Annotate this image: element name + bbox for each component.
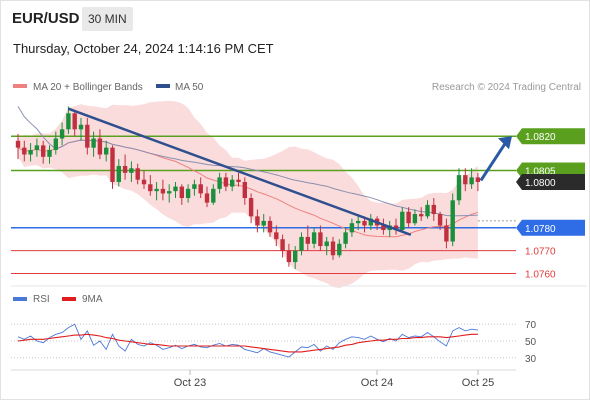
candle-body	[154, 188, 159, 192]
candle-body	[255, 216, 260, 226]
candle-body	[192, 184, 197, 189]
candle-body	[267, 220, 273, 233]
candle-body	[437, 214, 443, 226]
candle-body	[311, 232, 317, 244]
candle-body	[217, 177, 222, 189]
level-tag-text-1.0820: 1.0820	[525, 132, 556, 143]
candle-body	[129, 168, 134, 173]
ma50-legend-label: MA 50	[175, 82, 204, 93]
credit-label: Research © 2024 Trading Central	[432, 82, 581, 93]
x-tick-oct-25: Oct 25	[462, 377, 494, 389]
candle-body	[78, 124, 84, 130]
candle-body	[34, 145, 40, 150]
projection-arrow-head	[498, 136, 512, 150]
candle-body	[280, 239, 285, 251]
candle-body	[110, 147, 115, 182]
candle-body	[53, 138, 58, 150]
x-tick-oct-24: Oct 24	[361, 377, 393, 389]
ma50-legend-swatch	[156, 84, 170, 88]
candle-body	[173, 186, 178, 192]
ma9-legend-swatch	[62, 297, 76, 301]
candle-body	[116, 165, 121, 182]
candle-body	[185, 188, 191, 199]
candle-body	[299, 236, 304, 251]
candle-body	[135, 168, 140, 180]
candle-body	[286, 250, 292, 263]
candle-body	[343, 232, 348, 244]
candle-body	[204, 193, 210, 203]
candle-body	[456, 175, 462, 201]
candle-body	[406, 211, 411, 224]
candle-body	[141, 179, 147, 185]
candle-body	[400, 211, 405, 231]
candle-body	[15, 140, 21, 148]
candle-body	[122, 165, 128, 173]
x-tick-oct-23: Oct 23	[174, 377, 206, 389]
candle-body	[97, 138, 103, 155]
rsi-legend-swatch	[13, 297, 27, 301]
candle-body	[305, 236, 310, 244]
candle-body	[274, 232, 279, 240]
candle-body	[419, 214, 424, 217]
rsi-ma-line	[17, 333, 478, 353]
rsi-tick-50: 50	[525, 337, 537, 348]
candle-body	[431, 204, 436, 215]
ma9-legend-label: 9MA	[82, 294, 103, 305]
candle-body	[236, 179, 241, 182]
candle-body	[198, 184, 203, 194]
candle-body	[261, 220, 266, 226]
candle-body	[223, 177, 229, 187]
candle-body	[22, 147, 27, 155]
candle-body	[104, 147, 109, 155]
candle-body	[148, 184, 153, 192]
candle-body	[469, 177, 474, 185]
candle-body	[91, 138, 96, 148]
candle-body	[337, 243, 342, 256]
candle-body	[475, 177, 481, 182]
candle-body	[66, 113, 71, 130]
candle-body	[349, 223, 355, 233]
rsi-tick-30: 30	[525, 354, 537, 365]
candle-body	[211, 188, 216, 203]
candle-body	[242, 181, 247, 199]
candle-body	[444, 225, 449, 242]
level-label-1.0760: 1.0760	[525, 270, 556, 281]
level-tag-text-1.0780: 1.0780	[525, 224, 556, 235]
candle-body	[293, 250, 298, 263]
candle-body	[160, 188, 166, 194]
candle-body	[362, 220, 367, 226]
rsi-tick-70: 70	[525, 320, 537, 331]
candle-body	[330, 241, 336, 256]
ma20-legend-label: MA 20 + Bollinger Bands	[33, 82, 143, 93]
candle-body	[356, 220, 361, 224]
candle-body	[318, 232, 323, 247]
candle-body	[47, 149, 52, 157]
rsi-legend-label: RSI	[33, 294, 50, 305]
candle-body	[28, 149, 33, 155]
candle-body	[179, 186, 184, 199]
candle-body	[248, 198, 254, 217]
candle-body	[463, 175, 468, 185]
candle-body	[72, 113, 77, 130]
candle-body	[167, 191, 172, 194]
candle-body	[324, 241, 329, 247]
candle-body	[41, 145, 46, 157]
candle-body	[450, 200, 455, 242]
candle-body	[59, 129, 65, 139]
level-tag-text-1.0800: 1.0800	[525, 178, 556, 189]
level-label-1.0770: 1.0770	[525, 247, 556, 258]
candle-body	[412, 214, 418, 224]
candle-body	[230, 179, 235, 187]
candle-body	[425, 204, 430, 217]
projection-arrow-shaft	[479, 141, 508, 182]
chart-canvas: MA 20 + Bollinger Bands MA 50 Research ©…	[11, 82, 587, 389]
ma20-legend-swatch	[13, 84, 27, 88]
candle-body	[85, 124, 90, 148]
